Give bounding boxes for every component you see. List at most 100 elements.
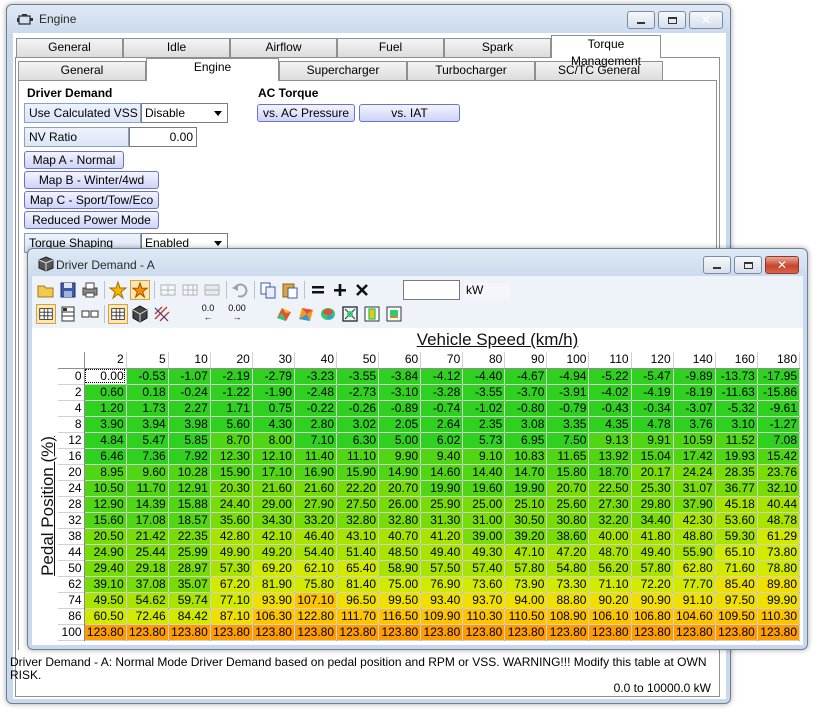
table-cell[interactable]: 5.47 [126,432,169,449]
y-axis-header[interactable]: 0 [58,368,85,385]
table-cell[interactable]: -0.53 [126,368,169,385]
table-cell[interactable]: 47.10 [504,544,548,561]
tab-fuel[interactable]: Fuel [337,38,444,57]
table-cell[interactable]: 49.40 [631,544,674,561]
table-cell[interactable]: -11.63 [715,384,758,401]
table-cell[interactable]: 25.10 [504,496,548,513]
table-cell[interactable]: 81.90 [252,576,295,593]
table-cell[interactable]: -2.19 [210,368,253,385]
table-cell[interactable]: 123.80 [504,624,548,641]
table-cell[interactable]: 30.50 [504,512,548,529]
y-axis-header[interactable]: 32 [58,512,85,529]
table-cell[interactable]: 18.70 [588,464,632,481]
table-cell[interactable]: 59.30 [715,528,758,545]
table-cell[interactable]: 99.50 [378,592,422,609]
table-cell[interactable]: 1.71 [210,400,253,417]
table-cell[interactable]: 7.36 [126,448,169,465]
table-cell[interactable]: -0.80 [504,400,548,417]
table-cell[interactable]: 123.80 [588,624,632,641]
table-cell[interactable]: 3.76 [673,416,716,433]
table-cell[interactable]: 25.90 [420,496,464,513]
y-axis-header[interactable]: 38 [58,528,85,545]
table-cell[interactable]: 42.10 [252,528,295,545]
y-axis-header[interactable]: 28 [58,496,85,513]
table-cell[interactable]: 9.91 [631,432,674,449]
table-cell[interactable]: 54.40 [294,544,338,561]
x-axis-header[interactable]: 120 [631,352,674,369]
table-cell[interactable]: 8.00 [252,432,295,449]
y-axis-header[interactable]: 2 [58,384,85,401]
table-cell[interactable]: 10.50 [84,480,127,497]
star-burst-icon[interactable] [130,280,150,300]
table-cell[interactable]: -0.43 [588,400,632,417]
table-cell[interactable]: 10.59 [673,432,716,449]
table-cell[interactable]: 21.42 [126,528,169,545]
table-cell[interactable]: 39.20 [504,528,548,545]
table-cell[interactable]: 4.35 [588,416,632,433]
x-axis-header[interactable]: 50 [336,352,380,369]
table-cell[interactable]: -3.55 [462,384,506,401]
table-cell[interactable]: -3.28 [420,384,464,401]
y-axis-header[interactable]: 100 [58,624,85,641]
table-cell[interactable]: -0.22 [294,400,338,417]
table-cell[interactable]: 85.40 [715,576,758,593]
tab-idle[interactable]: Idle [123,38,230,57]
table-cell[interactable]: 3.98 [168,416,211,433]
table-cell[interactable]: 72.20 [631,576,674,593]
table-cell[interactable]: 78.80 [757,560,801,577]
table-cell[interactable]: 123.80 [294,624,338,641]
decimal-right-icon[interactable]: 0.00 → [224,304,250,324]
table-cell[interactable]: 5.00 [378,432,422,449]
table-cell[interactable]: 3.10 [715,416,758,433]
table-cell[interactable]: 90.20 [588,592,632,609]
table-cell[interactable]: 6.02 [420,432,464,449]
table-cell[interactable]: 54.62 [126,592,169,609]
y-axis-header[interactable]: 86 [58,608,85,625]
table-cell[interactable]: 20.70 [378,480,422,497]
y-axis-header[interactable]: 16 [58,448,85,465]
vs-iat-button[interactable]: vs. IAT [359,104,460,122]
table-cell[interactable]: 14.40 [462,464,506,481]
table-cell[interactable]: 34.40 [631,512,674,529]
table-cell[interactable]: 123.80 [378,624,422,641]
table-cell[interactable]: -3.70 [504,384,548,401]
subtab-general[interactable]: General [18,61,146,80]
table-cell[interactable]: 8.95 [84,464,127,481]
table-cell[interactable]: 27.30 [588,496,632,513]
table-cell[interactable]: -3.55 [336,368,380,385]
driver-demand-titlebar[interactable]: Driver Demand - A ✕ [28,249,807,277]
table-cell[interactable]: 57.50 [420,560,464,577]
table-cell[interactable]: 55.90 [673,544,716,561]
table-cell[interactable]: 10.28 [168,464,211,481]
surface-plot-icon[interactable] [274,304,294,324]
table-cell[interactable]: -0.79 [546,400,590,417]
table-cell[interactable]: -17.95 [757,368,801,385]
table-cell[interactable]: 96.50 [336,592,380,609]
table-cell[interactable]: 99.90 [757,592,801,609]
table-cell[interactable]: 12.91 [168,480,211,497]
table-cell[interactable]: 6.95 [504,432,548,449]
x-axis-header[interactable]: 30 [252,352,295,369]
table-cell[interactable]: 21.60 [294,480,338,497]
open-icon[interactable] [36,280,56,300]
grid-copy-icon[interactable] [158,280,178,300]
table-cell[interactable]: 27.90 [294,496,338,513]
table-cell[interactable]: 5.73 [462,432,506,449]
table-cell[interactable]: 41.80 [631,528,674,545]
table-cell[interactable]: -3.91 [546,384,590,401]
table-cell[interactable]: 38.60 [546,528,590,545]
table-cell[interactable]: -0.74 [420,400,464,417]
table-cell[interactable]: 0.60 [84,384,127,401]
tab-general[interactable]: General [16,38,123,57]
table-cell[interactable]: 20.17 [631,464,674,481]
x-axis-header[interactable]: 80 [462,352,506,369]
table-cell[interactable]: 123.80 [546,624,590,641]
table-cell[interactable]: 123.80 [462,624,506,641]
vs-ac-pressure-button[interactable]: vs. AC Pressure [257,104,355,122]
table-cell[interactable]: 19.90 [420,480,464,497]
table-cell[interactable]: 17.42 [673,448,716,465]
table-cell[interactable]: -0.34 [631,400,674,417]
map-c-sport-button[interactable]: Map C - Sport/Tow/Eco [24,191,159,209]
table-cell[interactable]: 111.70 [336,608,380,625]
table-cell[interactable]: 45.18 [715,496,758,513]
